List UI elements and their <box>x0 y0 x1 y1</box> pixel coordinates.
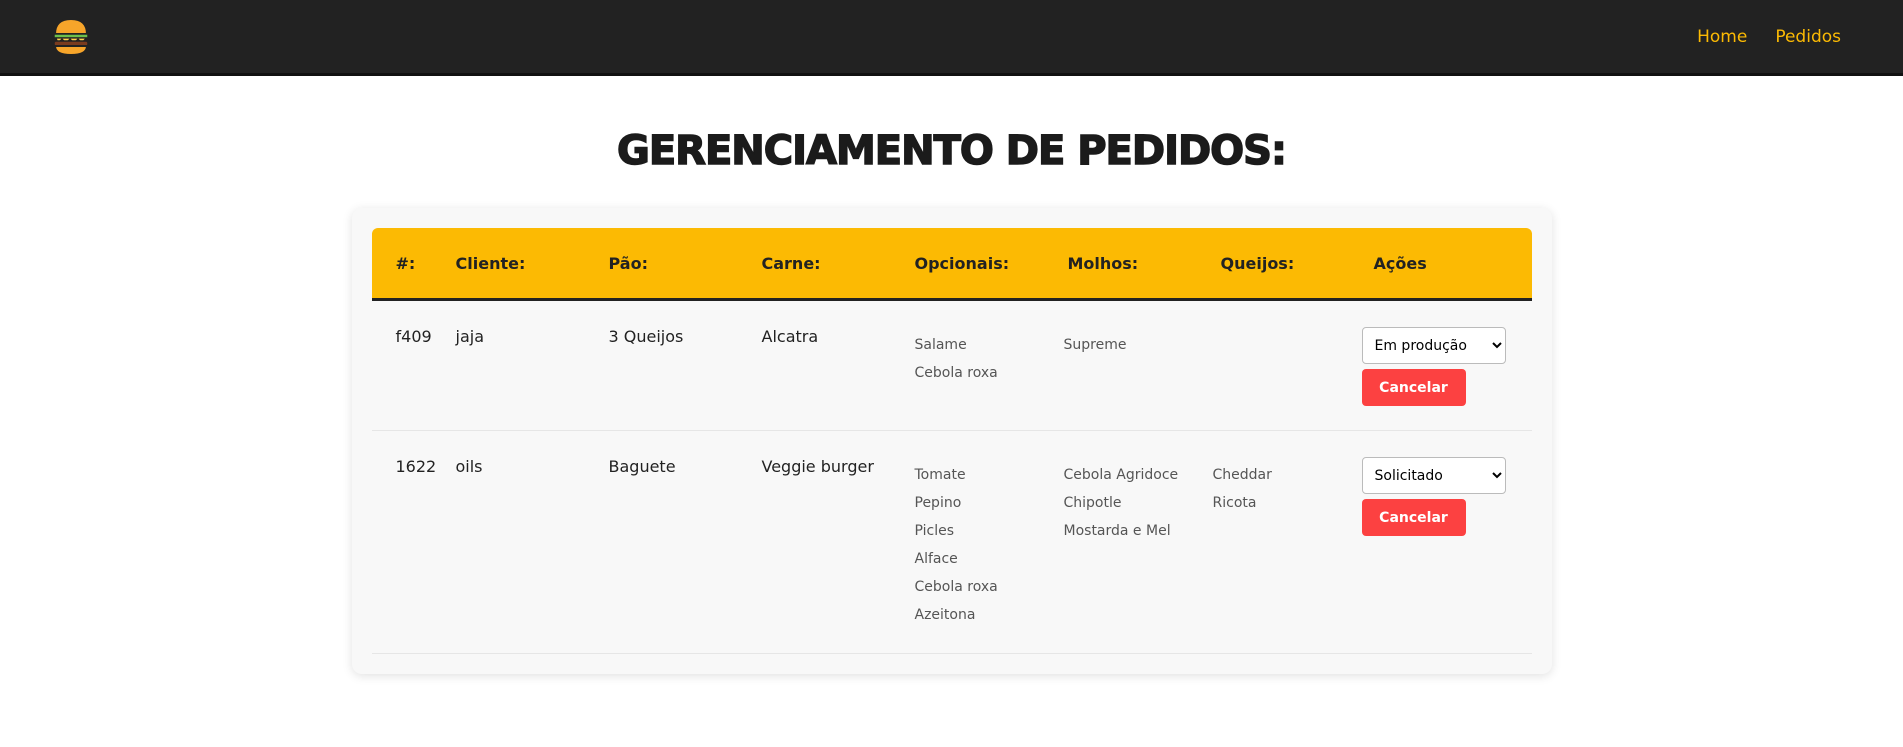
table-row: 1622 oils Baguete Veggie burger Tomate P… <box>371 431 1532 654</box>
burger-logo-icon[interactable] <box>52 16 90 58</box>
order-meat: Alcatra <box>761 327 819 346</box>
status-select[interactable]: Solicitado <box>1361 457 1506 494</box>
page-title: Gerenciamento de pedidos: <box>616 127 1287 175</box>
order-client: oils <box>455 457 483 476</box>
order-cheeses <box>1213 327 1362 406</box>
order-optionals: Tomate Pepino Picles Alface Cebola roxa … <box>915 457 1064 629</box>
order-client: jaja <box>455 327 485 346</box>
order-bread: Baguete <box>608 457 676 476</box>
optional-item: Cebola roxa <box>914 579 998 595</box>
order-actions: Em produção Cancelar <box>1361 327 1542 406</box>
header-actions: Ações <box>1373 253 1427 273</box>
sauce-item: Mostarda e Mel <box>1063 523 1171 539</box>
cancel-button[interactable]: Cancelar <box>1361 369 1466 406</box>
header-sauces: Molhos: <box>1067 253 1139 273</box>
table-row: f409 jaja 3 Queijos Alcatra Salame Cebol… <box>371 301 1532 431</box>
optional-item: Azeitona <box>914 607 976 623</box>
order-id: f409 <box>395 327 432 346</box>
order-actions: Solicitado Cancelar <box>1361 457 1542 629</box>
nav-links: Home Pedidos <box>1697 27 1841 47</box>
header-cheeses: Queijos: <box>1220 253 1295 273</box>
optional-item: Picles <box>914 523 955 539</box>
cancel-button[interactable]: Cancelar <box>1361 499 1466 536</box>
order-cheeses: Cheddar Ricota <box>1213 457 1362 629</box>
order-bread: 3 Queijos <box>608 327 684 346</box>
order-meat: Veggie burger <box>761 457 874 476</box>
order-sauces: Supreme <box>1064 327 1213 406</box>
sauce-item: Cebola Agridoce <box>1063 467 1179 483</box>
header-meat: Carne: <box>761 253 821 273</box>
status-select[interactable]: Em produção <box>1361 327 1506 364</box>
sauce-item: Chipotle <box>1063 495 1122 511</box>
navbar: Home Pedidos <box>0 0 1903 76</box>
optional-item: Alface <box>914 551 958 567</box>
orders-table: #: Cliente: Pão: Carne: Opcionais: Molho… <box>351 208 1552 674</box>
table-header: #: Cliente: Pão: Carne: Opcionais: Molho… <box>371 228 1532 301</box>
order-id: 1622 <box>395 457 437 476</box>
optional-item: Pepino <box>914 495 962 511</box>
sauce-item: Supreme <box>1063 337 1127 353</box>
order-optionals: Salame Cebola roxa <box>915 327 1064 406</box>
optional-item: Cebola roxa <box>914 365 998 381</box>
nav-home-link[interactable]: Home <box>1697 27 1747 47</box>
header-optionals: Opcionais: <box>914 253 1010 273</box>
header-id: #: <box>395 253 416 273</box>
optional-item: Tomate <box>914 467 966 483</box>
header-client: Cliente: <box>455 253 526 273</box>
order-sauces: Cebola Agridoce Chipotle Mostarda e Mel <box>1064 457 1213 629</box>
cheese-item: Ricota <box>1212 495 1257 511</box>
nav-orders-link[interactable]: Pedidos <box>1775 27 1841 47</box>
optional-item: Salame <box>914 337 967 353</box>
header-bread: Pão: <box>608 253 648 273</box>
cheese-item: Cheddar <box>1212 467 1272 483</box>
